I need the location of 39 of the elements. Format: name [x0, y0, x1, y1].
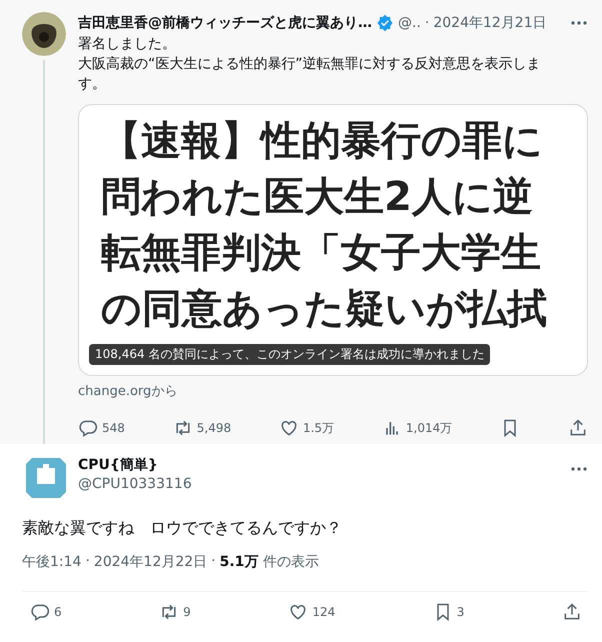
reply-icon: [30, 602, 50, 622]
bookmark-button[interactable]: 3: [432, 602, 464, 622]
post-date[interactable]: 2024年12月22日: [94, 553, 208, 571]
post-text: 素敵な翼ですね ロウでできてるんですか？: [22, 518, 343, 539]
avatar[interactable]: [22, 12, 66, 56]
share-icon: [568, 418, 588, 438]
reply-button[interactable]: 548: [78, 418, 125, 438]
like-button[interactable]: 1.5万: [278, 418, 334, 438]
repost-button[interactable]: 9: [159, 602, 191, 622]
card-caption: 108,464 名の賛同によって、このオンライン署名は成功に導かれました: [89, 344, 490, 365]
post-time[interactable]: 午後1:14: [22, 553, 82, 571]
author-name[interactable]: 吉田恵里香@前橋ウィッチーズと虎に翼あり…: [78, 14, 372, 32]
reply-button[interactable]: 6: [30, 602, 62, 622]
headline-line: 問われた医大生2人に逆: [100, 173, 534, 222]
more-icon[interactable]: [570, 466, 588, 472]
separator-dot: ·: [424, 15, 430, 31]
view-count: 5.1万 件の表示: [220, 553, 319, 571]
author-handle[interactable]: @..: [398, 15, 421, 31]
more-icon[interactable]: [570, 20, 588, 26]
link-source[interactable]: change.orgから: [78, 382, 588, 400]
post-text: 署名しました。 大阪高裁の“医大生による性的暴行”逆転無罪に対する反対意思を表示します。: [78, 35, 542, 94]
headline-line: の同意あった疑いが払拭: [100, 285, 548, 334]
share-icon: [562, 602, 582, 622]
headline-line: 【速報】性的暴行の罪に: [100, 117, 544, 166]
share-button[interactable]: [562, 602, 582, 622]
link-card[interactable]: 【速報】性的暴行の罪に 問われた医大生2人に逆 転無罪判決「女子大学生 の同意あった疑いが払拭 108,464 名の賛同によって、このオンライン署名は成功に導かれました: [78, 104, 588, 376]
like-icon: [278, 418, 299, 438]
separator-dot: ·: [211, 553, 216, 571]
like-button[interactable]: 124: [288, 602, 336, 622]
share-button[interactable]: [568, 418, 588, 438]
headline-line: 転無罪判決「女子大学生: [100, 229, 542, 278]
views-button[interactable]: 1,014万: [382, 418, 452, 438]
post-date[interactable]: 2024年12月21日: [433, 14, 547, 32]
author-name[interactable]: CPU{簡単}: [78, 456, 192, 474]
like-icon: [288, 602, 308, 622]
reply-icon: [78, 418, 98, 438]
repost-button[interactable]: 5,498: [172, 418, 232, 438]
separator-dot: ·: [85, 553, 90, 571]
author-handle[interactable]: @CPU10333116: [78, 476, 192, 492]
